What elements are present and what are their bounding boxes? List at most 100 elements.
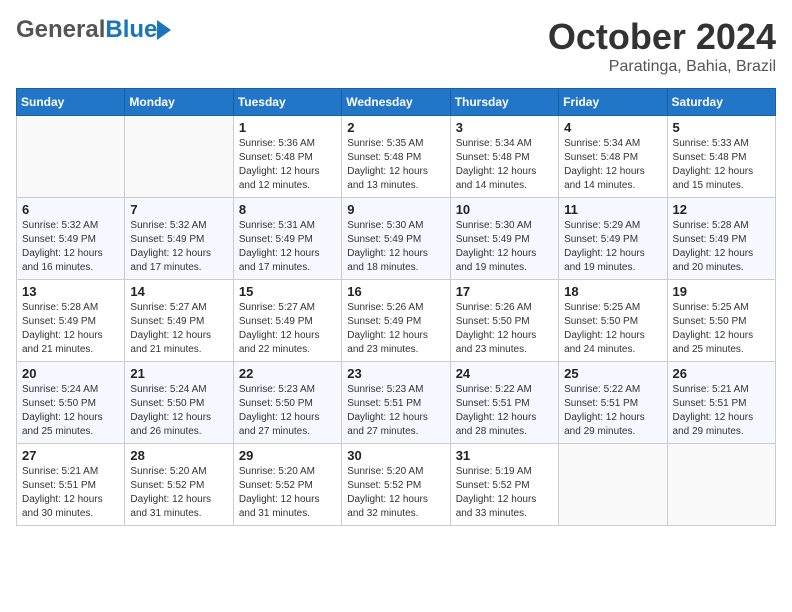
day-info: Sunrise: 5:25 AMSunset: 5:50 PMDaylight:… [673,301,770,357]
day-info: Sunrise: 5:36 AMSunset: 5:48 PMDaylight:… [239,137,336,193]
calendar-day-cell: 18 Sunrise: 5:25 AMSunset: 5:50 PMDayligh… [559,280,667,362]
calendar-day-cell: 20Sunrise: 5:24 AMSunset: 5:50 PMDayligh… [17,362,125,444]
day-number: 1 [239,120,336,135]
day-info: Sunrise: 5:20 AMSunset: 5:52 PMDaylight:… [347,465,444,521]
day-header: Wednesday [342,89,450,116]
day-number: 17 [456,284,553,299]
calendar-day-cell: 7 Sunrise: 5:32 AMSunset: 5:49 PMDaylight… [125,198,233,280]
calendar-day-cell: 31 Sunrise: 5:19 AMSunset: 5:52 PMDayligh… [450,444,558,526]
day-info: Sunrise: 5:23 AMSunset: 5:51 PMDaylight:… [347,383,444,439]
day-number: 11 [564,202,661,217]
day-info: Sunrise: 5:29 AMSunset: 5:49 PMDaylight:… [564,219,661,275]
day-number: 24 [456,366,553,381]
day-info: Sunrise: 5:25 AMSunset: 5:50 PMDaylight:… [564,301,661,357]
calendar-day-cell: 5 Sunrise: 5:33 AMSunset: 5:48 PMDaylight… [667,116,775,198]
day-info: Sunrise: 5:32 AMSunset: 5:49 PMDaylight:… [22,219,119,275]
day-info: Sunrise: 5:28 AMSunset: 5:49 PMDaylight:… [22,301,119,357]
day-header: Tuesday [233,89,341,116]
calendar-day-cell: 10Sunrise: 5:30 AMSunset: 5:49 PMDayligh… [450,198,558,280]
day-number: 7 [130,202,227,217]
day-number: 4 [564,120,661,135]
day-number: 9 [347,202,444,217]
calendar-day-cell: 15Sunrise: 5:27 AMSunset: 5:49 PMDayligh… [233,280,341,362]
day-number: 5 [673,120,770,135]
day-info: Sunrise: 5:30 AMSunset: 5:49 PMDaylight:… [456,219,553,275]
day-header: Thursday [450,89,558,116]
calendar-day-cell: 16 Sunrise: 5:26 AMSunset: 5:49 PMDayligh… [342,280,450,362]
day-number: 28 [130,448,227,463]
day-header: Monday [125,89,233,116]
day-info: Sunrise: 5:28 AMSunset: 5:49 PMDaylight:… [673,219,770,275]
day-number: 29 [239,448,336,463]
calendar-day-cell: 9 Sunrise: 5:30 AMSunset: 5:49 PMDaylight… [342,198,450,280]
calendar-day-cell: 19 Sunrise: 5:25 AMSunset: 5:50 PMDayligh… [667,280,775,362]
day-info: Sunrise: 5:35 AMSunset: 5:48 PMDaylight:… [347,137,444,193]
calendar-day-cell: 6 Sunrise: 5:32 AMSunset: 5:49 PMDaylight… [17,198,125,280]
empty-cell [559,444,667,526]
calendar-day-cell: 21 Sunrise: 5:24 AMSunset: 5:50 PMDayligh… [125,362,233,444]
title-block: October 2024 Paratinga, Bahia, Brazil [548,16,776,76]
calendar-day-cell: 30 Sunrise: 5:20 AMSunset: 5:52 PMDayligh… [342,444,450,526]
calendar-day-cell: 8 Sunrise: 5:31 AMSunset: 5:49 PMDaylight… [233,198,341,280]
day-number: 8 [239,202,336,217]
day-number: 26 [673,366,770,381]
day-number: 19 [673,284,770,299]
day-number: 21 [130,366,227,381]
calendar-day-cell: 2 Sunrise: 5:35 AMSunset: 5:48 PMDaylight… [342,116,450,198]
day-header: Sunday [17,89,125,116]
calendar-day-cell: 22 Sunrise: 5:23 AMSunset: 5:50 PMDayligh… [233,362,341,444]
day-info: Sunrise: 5:26 AMSunset: 5:49 PMDaylight:… [347,301,444,357]
day-number: 14 [130,284,227,299]
calendar-day-cell: 11 Sunrise: 5:29 AMSunset: 5:49 PMDayligh… [559,198,667,280]
day-info: Sunrise: 5:33 AMSunset: 5:48 PMDaylight:… [673,137,770,193]
day-info: Sunrise: 5:27 AMSunset: 5:49 PMDaylight:… [239,301,336,357]
day-info: Sunrise: 5:27 AMSunset: 5:49 PMDaylight:… [130,301,227,357]
calendar-day-cell: 4 Sunrise: 5:34 AMSunset: 5:48 PMDaylight… [559,116,667,198]
empty-cell [17,116,125,198]
day-number: 31 [456,448,553,463]
day-number: 20 [22,366,119,381]
day-info: Sunrise: 5:31 AMSunset: 5:49 PMDaylight:… [239,219,336,275]
calendar-day-cell: 28 Sunrise: 5:20 AMSunset: 5:52 PMDayligh… [125,444,233,526]
calendar-day-cell: 3 Sunrise: 5:34 AMSunset: 5:48 PMDaylight… [450,116,558,198]
day-info: Sunrise: 5:32 AMSunset: 5:49 PMDaylight:… [130,219,227,275]
day-info: Sunrise: 5:23 AMSunset: 5:50 PMDaylight:… [239,383,336,439]
day-number: 25 [564,366,661,381]
day-info: Sunrise: 5:20 AMSunset: 5:52 PMDaylight:… [239,465,336,521]
day-header: Saturday [667,89,775,116]
day-info: Sunrise: 5:34 AMSunset: 5:48 PMDaylight:… [456,137,553,193]
day-info: Sunrise: 5:34 AMSunset: 5:48 PMDaylight:… [564,137,661,193]
day-number: 23 [347,366,444,381]
calendar-day-cell: 26 Sunrise: 5:21 AMSunset: 5:51 PMDayligh… [667,362,775,444]
day-header: Friday [559,89,667,116]
day-number: 3 [456,120,553,135]
empty-cell [125,116,233,198]
page-header: GeneralBlue October 2024 Paratinga, Bahi… [16,16,776,76]
calendar-day-cell: 12Sunrise: 5:28 AMSunset: 5:49 PMDayligh… [667,198,775,280]
logo-arrow-icon [157,20,171,40]
day-info: Sunrise: 5:21 AMSunset: 5:51 PMDaylight:… [22,465,119,521]
calendar-day-cell: 27 Sunrise: 5:21 AMSunset: 5:51 PMDayligh… [17,444,125,526]
calendar-day-cell: 23 Sunrise: 5:23 AMSunset: 5:51 PMDayligh… [342,362,450,444]
location-title: Paratinga, Bahia, Brazil [548,58,776,76]
day-number: 30 [347,448,444,463]
day-info: Sunrise: 5:26 AMSunset: 5:50 PMDaylight:… [456,301,553,357]
day-number: 2 [347,120,444,135]
day-info: Sunrise: 5:22 AMSunset: 5:51 PMDaylight:… [564,383,661,439]
day-number: 16 [347,284,444,299]
calendar-day-cell: 1 Sunrise: 5:36 AMSunset: 5:48 PMDaylight… [233,116,341,198]
day-number: 27 [22,448,119,463]
calendar-day-cell: 24 Sunrise: 5:22 AMSunset: 5:51 PMDayligh… [450,362,558,444]
day-info: Sunrise: 5:30 AMSunset: 5:49 PMDaylight:… [347,219,444,275]
day-number: 6 [22,202,119,217]
day-info: Sunrise: 5:24 AMSunset: 5:50 PMDaylight:… [130,383,227,439]
calendar-table: SundayMondayTuesdayWednesdayThursdayFrid… [16,88,776,526]
day-info: Sunrise: 5:20 AMSunset: 5:52 PMDaylight:… [130,465,227,521]
day-number: 22 [239,366,336,381]
day-info: Sunrise: 5:21 AMSunset: 5:51 PMDaylight:… [673,383,770,439]
logo: GeneralBlue [16,16,157,44]
calendar-day-cell: 13Sunrise: 5:28 AMSunset: 5:49 PMDayligh… [17,280,125,362]
day-info: Sunrise: 5:19 AMSunset: 5:52 PMDaylight:… [456,465,553,521]
day-info: Sunrise: 5:22 AMSunset: 5:51 PMDaylight:… [456,383,553,439]
day-number: 18 [564,284,661,299]
